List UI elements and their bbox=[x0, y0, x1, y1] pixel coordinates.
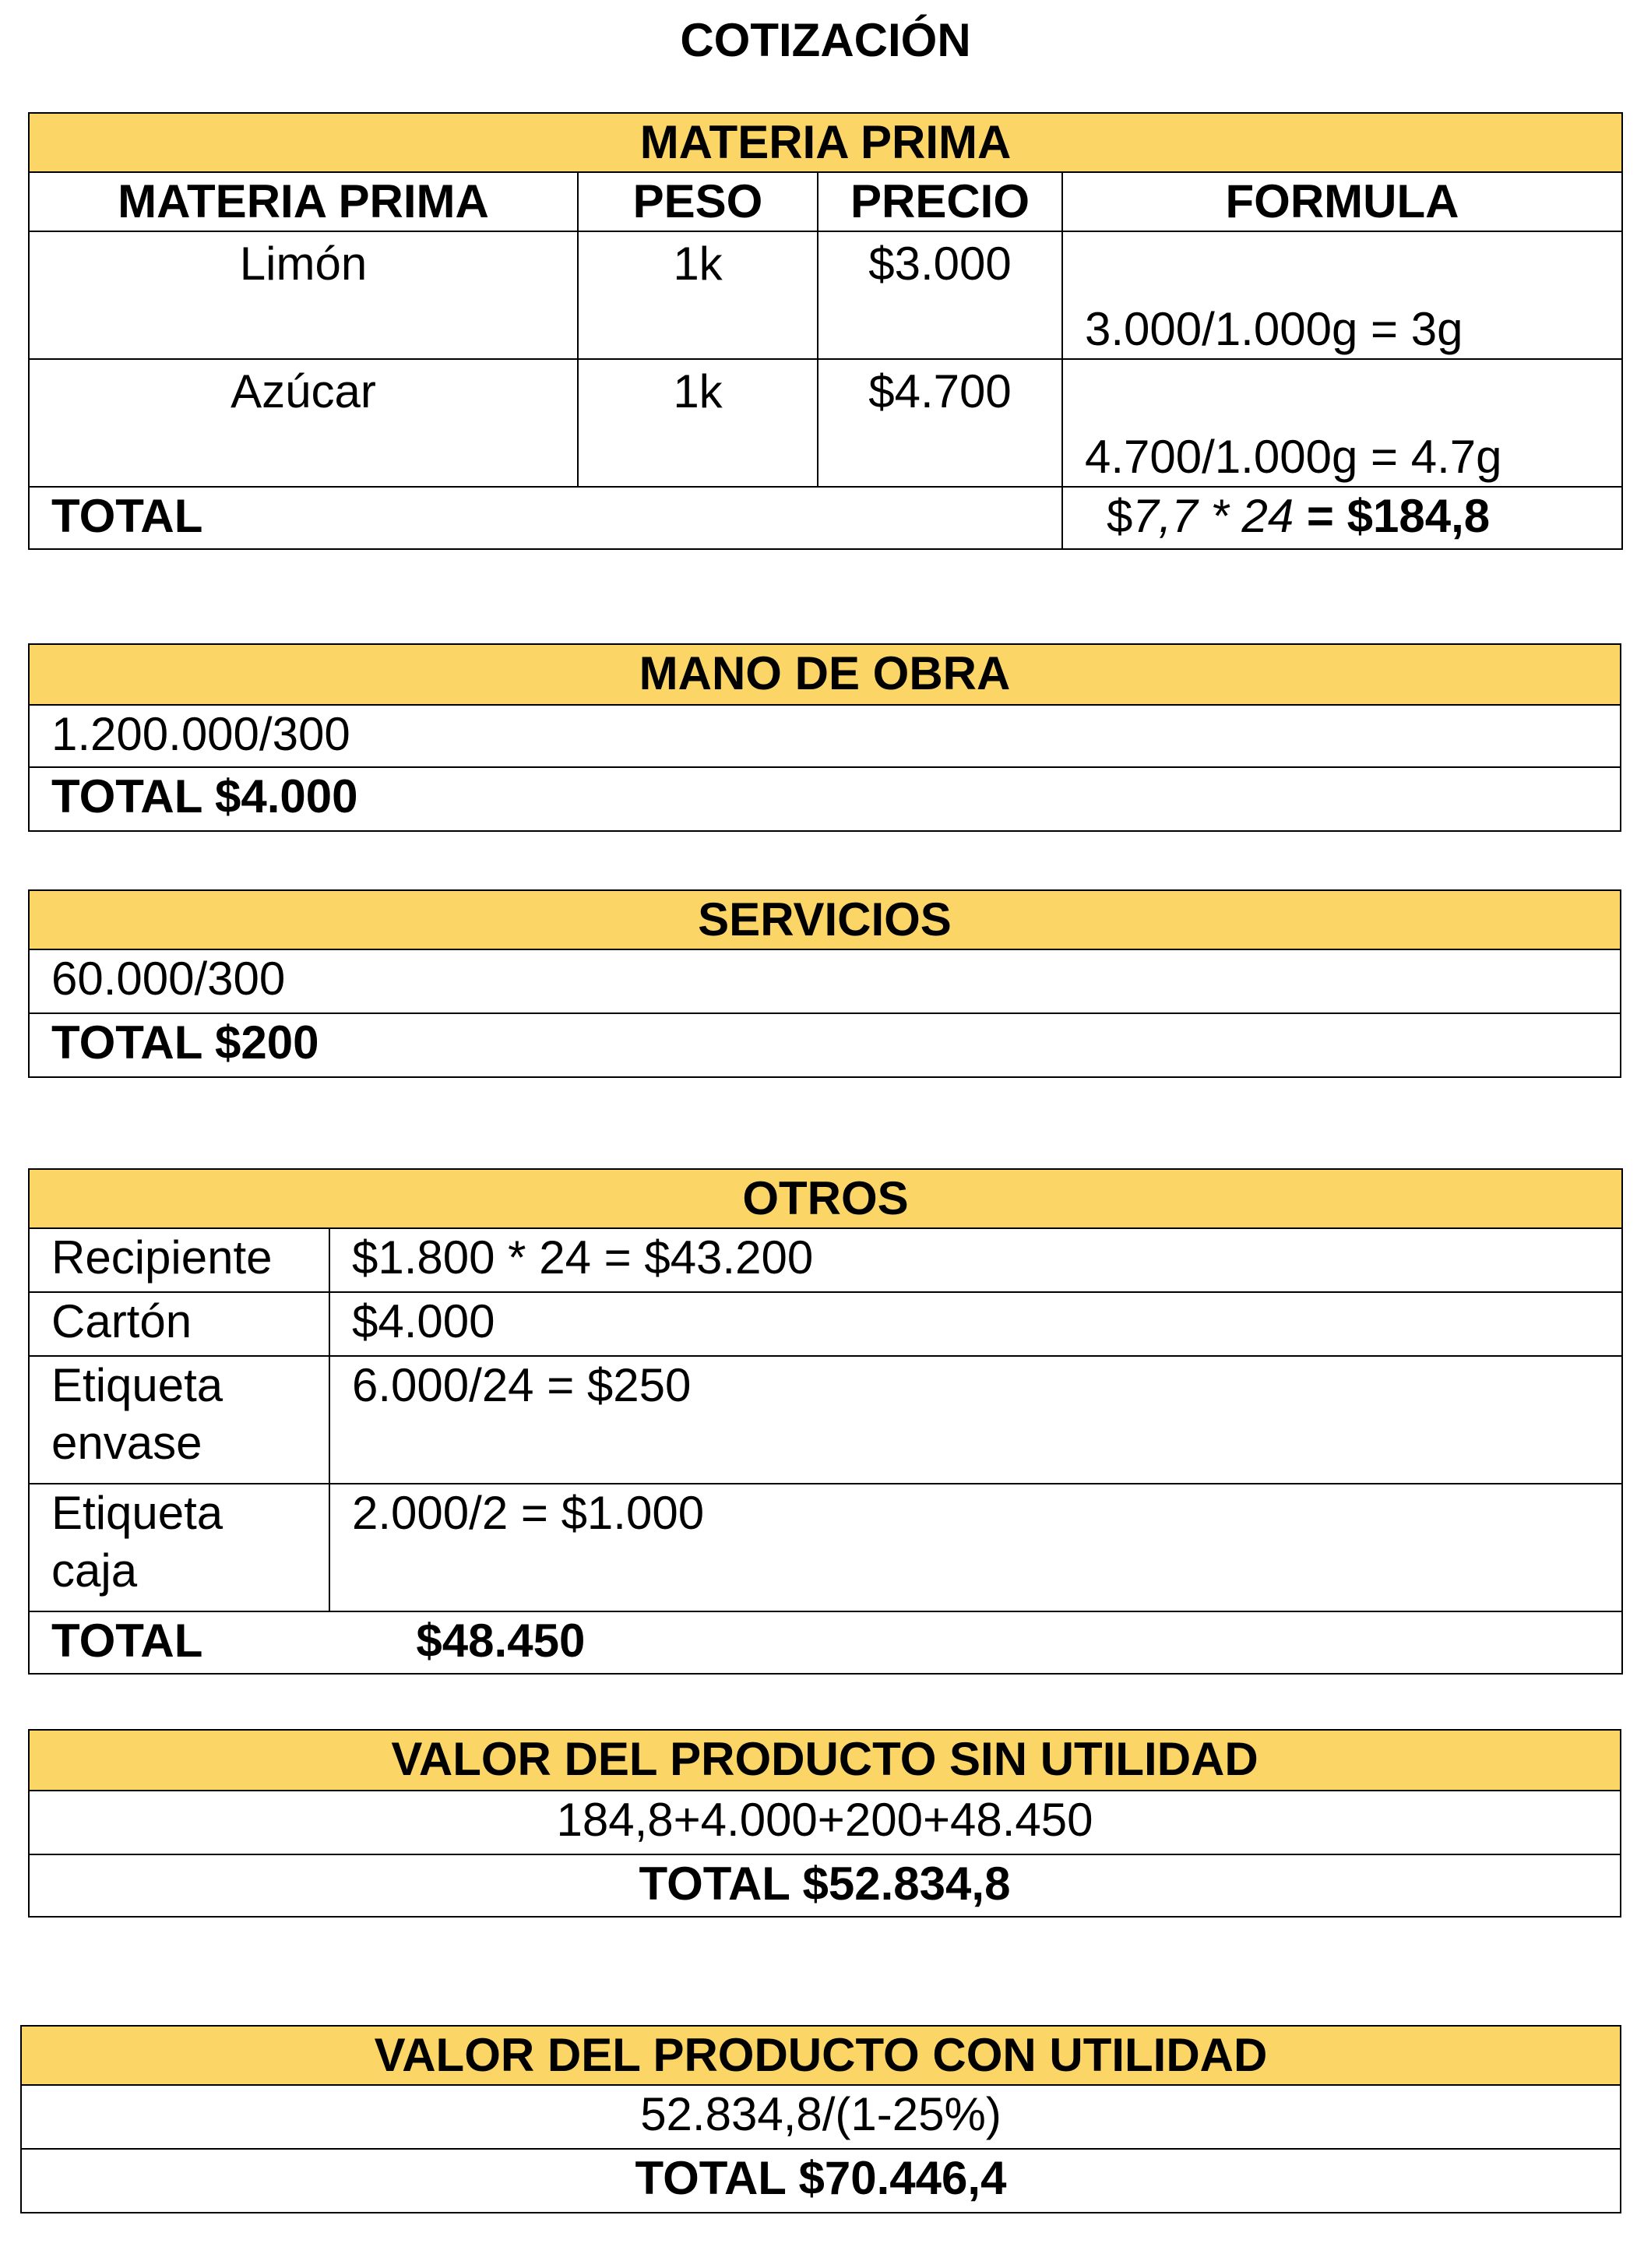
materia-prima-header: MATERIA PRIMA bbox=[27, 112, 1624, 173]
materia-prima-total: $7,7 * 24 = $184,8 bbox=[1061, 486, 1624, 550]
servicios-total: TOTAL $200 bbox=[28, 1012, 1621, 1078]
column-header-formula: FORMULA bbox=[1061, 171, 1624, 232]
total-expression: 7,7 * 24 bbox=[1132, 490, 1294, 542]
precio-cell: $3.000 bbox=[817, 231, 1063, 360]
con-utilidad-formula: 52.834,8/(1-25%) bbox=[20, 2084, 1621, 2150]
otros-item: Etiqueta envase bbox=[28, 1355, 330, 1484]
otros-item: Cartón bbox=[28, 1291, 330, 1357]
otros-table: OTROS Recipiente $1.800 * 24 = $43.200 C… bbox=[28, 1168, 1623, 1675]
mano-de-obra-formula: 1.200.000/300 bbox=[28, 704, 1621, 768]
otros-total: TOTAL $48.450 bbox=[28, 1611, 1623, 1675]
sin-utilidad-table: VALOR DEL PRODUCTO SIN UTILIDAD 184,8+4.… bbox=[28, 1729, 1621, 1918]
otros-item: Recipiente bbox=[28, 1227, 330, 1293]
materia-prima-table: MATERIA PRIMA MATERIA PRIMA PESO PRECIO … bbox=[27, 112, 1624, 550]
mano-de-obra-header: MANO DE OBRA bbox=[28, 643, 1621, 706]
con-utilidad-table: VALOR DEL PRODUCTO CON UTILIDAD 52.834,8… bbox=[20, 2025, 1621, 2213]
otros-value: 6.000/24 = $250 bbox=[329, 1355, 1623, 1484]
table-row: Cartón $4.000 bbox=[28, 1291, 1623, 1357]
materia-cell: Limón bbox=[28, 231, 579, 360]
column-header-materia: MATERIA PRIMA bbox=[28, 171, 579, 232]
column-header-precio: PRECIO bbox=[817, 171, 1063, 232]
table-row: Limón 1k $3.000 3.000/1.000g = 3g bbox=[28, 231, 1624, 360]
servicios-header: SERVICIOS bbox=[28, 889, 1621, 950]
materia-prima-total-label: TOTAL bbox=[28, 486, 1063, 550]
table-row: Etiqueta caja 2.000/2 = $1.000 bbox=[28, 1483, 1623, 1612]
otros-total-label: TOTAL bbox=[51, 1615, 203, 1667]
materia-cell: Azúcar bbox=[28, 358, 579, 488]
otros-value: $1.800 * 24 = $43.200 bbox=[329, 1227, 1623, 1293]
mano-de-obra-total: TOTAL $4.000 bbox=[28, 766, 1621, 832]
formula-cell: 3.000/1.000g = 3g bbox=[1061, 231, 1624, 360]
otros-header: OTROS bbox=[28, 1168, 1623, 1229]
con-utilidad-total: TOTAL $70.446,4 bbox=[20, 2148, 1621, 2213]
page-title: COTIZACIÓN bbox=[680, 14, 971, 66]
otros-value: $4.000 bbox=[329, 1291, 1623, 1357]
peso-cell: 1k bbox=[577, 231, 818, 360]
con-utilidad-header: VALOR DEL PRODUCTO CON UTILIDAD bbox=[20, 2025, 1621, 2086]
sin-utilidad-total: TOTAL $52.834,8 bbox=[28, 1854, 1621, 1918]
servicios-formula: 60.000/300 bbox=[28, 949, 1621, 1014]
precio-cell: $4.700 bbox=[817, 358, 1063, 488]
servicios-table: SERVICIOS 60.000/300 TOTAL $200 bbox=[28, 889, 1621, 1078]
otros-value: 2.000/2 = $1.000 bbox=[329, 1483, 1623, 1612]
otros-total-value: $48.450 bbox=[416, 1615, 586, 1667]
sin-utilidad-formula: 184,8+4.000+200+48.450 bbox=[28, 1790, 1621, 1855]
formula-cell: 4.700/1.000g = 4.7g bbox=[1061, 358, 1624, 488]
table-row: Etiqueta envase 6.000/24 = $250 bbox=[28, 1355, 1623, 1484]
total-result: = $184,8 bbox=[1294, 490, 1491, 542]
peso-cell: 1k bbox=[577, 358, 818, 488]
column-header-peso: PESO bbox=[577, 171, 818, 232]
sin-utilidad-header: VALOR DEL PRODUCTO SIN UTILIDAD bbox=[28, 1729, 1621, 1791]
table-row: Azúcar 1k $4.700 4.700/1.000g = 4.7g bbox=[28, 358, 1624, 488]
total-prefix: $ bbox=[1107, 490, 1133, 542]
mano-de-obra-table: MANO DE OBRA 1.200.000/300 TOTAL $4.000 bbox=[28, 643, 1621, 832]
otros-item: Etiqueta caja bbox=[28, 1483, 330, 1612]
table-row: Recipiente $1.800 * 24 = $43.200 bbox=[28, 1227, 1623, 1293]
